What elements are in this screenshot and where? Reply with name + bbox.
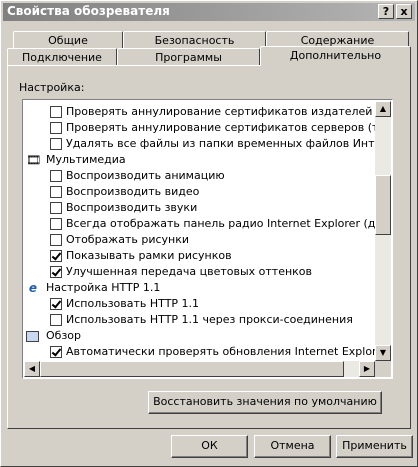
scroll-up-button[interactable]: ▲ bbox=[375, 101, 391, 117]
checkbox[interactable] bbox=[50, 218, 62, 230]
checkbox-checked[interactable] bbox=[50, 298, 62, 310]
list-item[interactable]: Проверять аннулирование сертификатов изд… bbox=[24, 104, 375, 120]
horizontal-scroll-thumb[interactable] bbox=[40, 361, 344, 377]
checkbox-checked[interactable] bbox=[50, 266, 62, 278]
window-title: Свойства обозревателя bbox=[7, 4, 170, 18]
browse-icon bbox=[26, 331, 39, 342]
category-row: Обзор bbox=[24, 328, 375, 344]
checkbox-label: Воспроизводить видео bbox=[66, 185, 200, 198]
checkbox-label: Использовать HTTP 1.1 bbox=[66, 297, 200, 310]
apply-button[interactable]: Применить bbox=[336, 435, 413, 458]
list-item[interactable]: Воспроизводить видео bbox=[24, 184, 375, 200]
settings-label: Настройка: bbox=[19, 81, 85, 94]
checkbox-label: Показывать рамки рисунков bbox=[66, 249, 232, 262]
help-button[interactable]: ? bbox=[378, 4, 394, 19]
list-item[interactable]: Воспроизводить звуки bbox=[24, 200, 375, 216]
settings-tree[interactable]: Проверять аннулирование сертификатов изд… bbox=[22, 99, 393, 379]
category-label: Мультимедиа bbox=[46, 153, 126, 166]
multimedia-icon: 🎞 bbox=[26, 153, 42, 167]
checkbox-label: Автоматически проверять обновления Inter… bbox=[66, 345, 375, 358]
list-item[interactable]: Отображать рисунки bbox=[24, 232, 375, 248]
checkbox-label: Всегда отображать панель радио Internet … bbox=[66, 217, 375, 230]
checkbox-label: Воспроизводить звуки bbox=[66, 201, 198, 214]
checkbox-label: Воспроизводить анимацию bbox=[66, 169, 225, 182]
tab-general[interactable]: Общие bbox=[13, 31, 123, 49]
vertical-scrollbar[interactable]: ▲ ▼ bbox=[375, 101, 391, 361]
checkbox[interactable] bbox=[50, 234, 62, 246]
list-item[interactable]: Автоматически проверять обновления Inter… bbox=[24, 344, 375, 360]
list-item[interactable]: Всегда отображать панель радио Internet … bbox=[24, 216, 375, 232]
list-item[interactable]: Показывать рамки рисунков bbox=[24, 248, 375, 264]
list-item[interactable]: Удалять все файлы из папки временных фай… bbox=[24, 136, 375, 152]
checkbox[interactable] bbox=[50, 186, 62, 198]
checkbox-checked[interactable] bbox=[50, 346, 62, 358]
tab-advanced[interactable]: Дополнительно bbox=[260, 46, 411, 66]
category-row: 🎞 Мультимедиа bbox=[24, 152, 375, 168]
settings-list: Проверять аннулирование сертификатов изд… bbox=[24, 101, 375, 361]
checkbox[interactable] bbox=[50, 138, 62, 150]
cancel-button[interactable]: Отмена bbox=[254, 435, 331, 458]
checkbox[interactable] bbox=[50, 122, 62, 134]
category-label: Обзор bbox=[46, 329, 82, 342]
checkbox[interactable] bbox=[50, 106, 62, 118]
list-item[interactable]: Проверять аннулирование сертификатов сер… bbox=[24, 120, 375, 136]
scroll-down-button[interactable]: ▼ bbox=[375, 345, 391, 361]
checkbox[interactable] bbox=[50, 170, 62, 182]
checkbox-label: Проверять аннулирование сертификатов изд… bbox=[66, 105, 373, 118]
tab-programs[interactable]: Программы bbox=[117, 48, 260, 66]
tab-connections[interactable]: Подключение bbox=[7, 48, 117, 66]
scrollbar-corner bbox=[375, 361, 391, 377]
category-row: e Настройка HTTP 1.1 bbox=[24, 280, 375, 296]
ie-icon: e bbox=[28, 281, 38, 295]
scroll-left-button[interactable]: ◀ bbox=[24, 361, 40, 377]
vertical-scroll-thumb[interactable] bbox=[375, 175, 391, 235]
checkbox-checked[interactable] bbox=[50, 250, 62, 262]
scroll-right-button[interactable]: ▶ bbox=[359, 361, 375, 377]
restore-defaults-button[interactable]: Восстановить значения по умолчанию bbox=[148, 391, 382, 414]
checkbox-label: Проверять аннулирование сертификатов сер… bbox=[66, 121, 375, 134]
checkbox-label: Удалять все файлы из папки временных фай… bbox=[66, 137, 375, 150]
list-item[interactable]: Улучшенная передача цветовых оттенков bbox=[24, 264, 375, 280]
tab-security[interactable]: Безопасность bbox=[123, 31, 266, 49]
checkbox-label: Использовать HTTP 1.1 через прокси-соеди… bbox=[66, 313, 353, 326]
internet-options-dialog: Свойства обозревателя ? x Общие Безопасн… bbox=[0, 0, 418, 467]
ok-button[interactable]: ОК bbox=[171, 435, 248, 458]
checkbox-label: Отображать рисунки bbox=[66, 233, 190, 246]
list-item[interactable]: Использовать HTTP 1.1 через прокси-соеди… bbox=[24, 312, 375, 328]
category-label: Настройка HTTP 1.1 bbox=[46, 281, 161, 294]
horizontal-scrollbar[interactable]: ◀ ▶ bbox=[24, 361, 375, 377]
title-bar[interactable]: Свойства обозревателя ? x bbox=[3, 3, 415, 21]
list-item[interactable]: Использовать HTTP 1.1 bbox=[24, 296, 375, 312]
list-item[interactable]: Воспроизводить анимацию bbox=[24, 168, 375, 184]
checkbox[interactable] bbox=[50, 202, 62, 214]
close-button[interactable]: x bbox=[396, 4, 412, 19]
checkbox-label: Улучшенная передача цветовых оттенков bbox=[66, 265, 313, 278]
checkbox[interactable] bbox=[50, 314, 62, 326]
